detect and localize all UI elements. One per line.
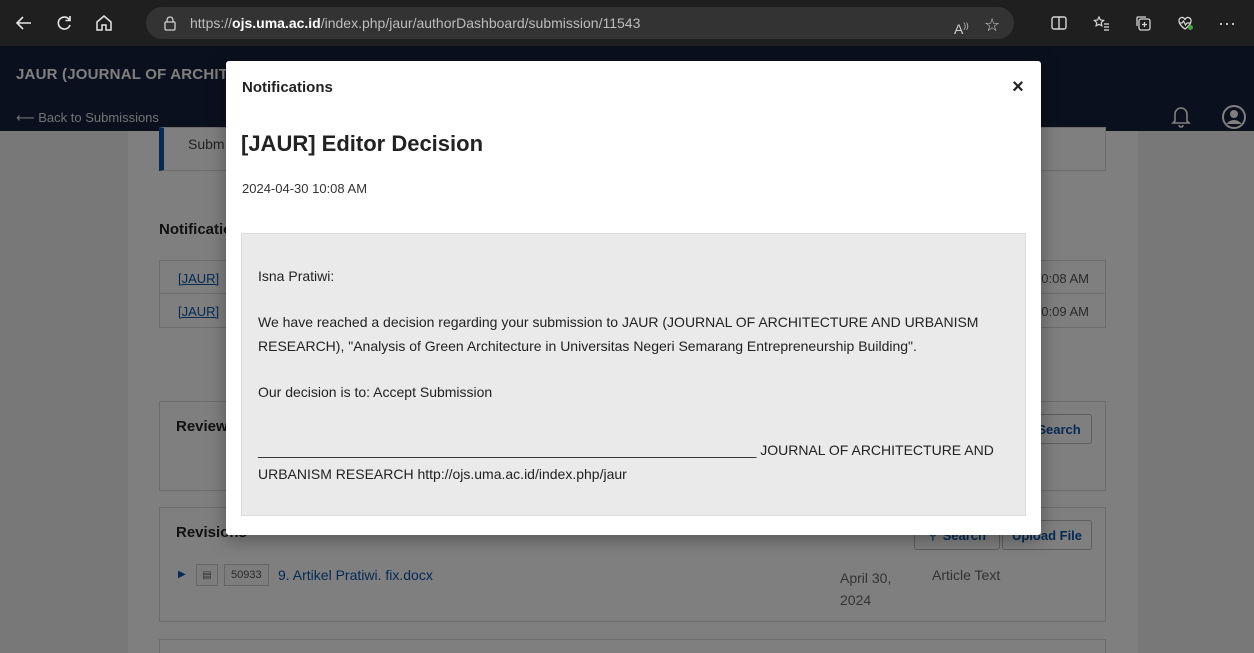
address-bar[interactable]: https://ojs.uma.ac.id/index.php/jaur/aut… [146, 7, 1014, 39]
health-icon[interactable] [1168, 6, 1202, 40]
message-greeting: Isna Pratiwi: [258, 268, 335, 284]
favorite-star-icon[interactable]: ☆ [984, 15, 1000, 36]
browser-tools: ··· [1034, 0, 1244, 46]
home-icon[interactable] [86, 5, 122, 41]
lock-icon[interactable] [162, 15, 178, 31]
refresh-icon[interactable] [46, 5, 82, 41]
close-icon[interactable]: × [1006, 75, 1030, 99]
message-body: Isna Pratiwi: We have reached a decision… [241, 233, 1026, 516]
notification-heading: [JAUR] Editor Decision [241, 131, 484, 156]
url-prefix: https:// [190, 15, 233, 31]
split-screen-icon[interactable] [1042, 6, 1076, 40]
modal-title: Notifications [242, 79, 333, 96]
url-path: /index.php/jaur/authorDashboard/submissi… [320, 15, 641, 31]
notification-modal: Notifications × [JAUR] Editor Decision 2… [226, 61, 1041, 535]
browser-toolbar: https://ojs.uma.ac.id/index.php/jaur/aut… [0, 0, 1254, 46]
notification-date: 2024-04-30 10:08 AM [242, 181, 368, 196]
read-aloud-icon[interactable]: A)) [954, 21, 969, 37]
more-icon[interactable]: ··· [1210, 6, 1244, 40]
collections-icon[interactable] [1126, 6, 1160, 40]
message-signature: ________________________________________… [258, 442, 994, 482]
message-decision: Our decision is to: Accept Submission [258, 384, 493, 400]
message-paragraph: We have reached a decision regarding you… [258, 314, 979, 354]
favorites-icon[interactable] [1084, 6, 1118, 40]
url-host: ojs.uma.ac.id [232, 15, 321, 31]
back-arrow-icon[interactable] [6, 5, 42, 41]
